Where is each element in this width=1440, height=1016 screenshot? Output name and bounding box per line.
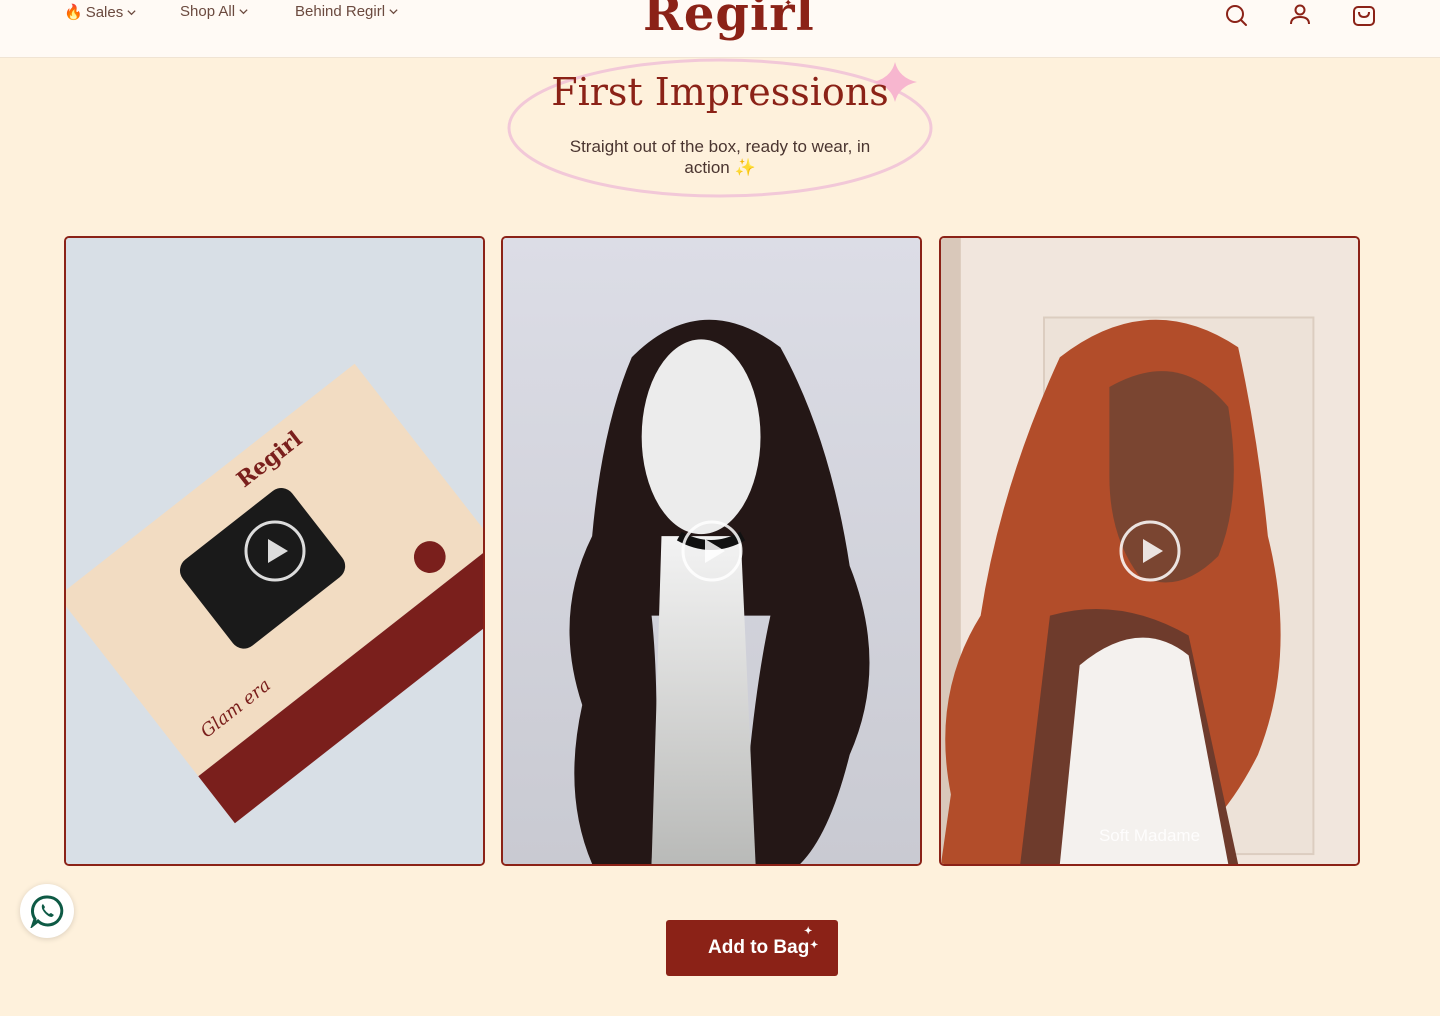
play-icon[interactable] (243, 519, 307, 583)
sparkle-icon: ✦ (810, 940, 819, 951)
play-icon[interactable] (1118, 519, 1182, 583)
bag-icon[interactable] (1351, 2, 1377, 28)
whatsapp-chat-button[interactable] (20, 884, 74, 938)
video-card-mannequin[interactable] (501, 236, 922, 866)
video-card-unboxing[interactable]: Regirl Glam era (64, 236, 485, 866)
play-icon[interactable] (680, 519, 744, 583)
section-title: First Impressions (551, 70, 889, 114)
nav-sales-label: Sales (85, 3, 124, 21)
chevron-down-icon (127, 9, 136, 15)
account-icon[interactable] (1287, 2, 1313, 28)
whatsapp-icon (30, 895, 64, 928)
chevron-down-icon (389, 9, 398, 15)
section-subtitle: Straight out of the box, ready to wear, … (569, 137, 871, 177)
nav-sales[interactable]: 🔥 Sales (64, 3, 137, 21)
search-icon[interactable] (1223, 2, 1249, 28)
site-header: 🔥 Sales Shop All Behind Regirl Regirl ✦ (0, 0, 1440, 58)
fire-icon: 🔥 (64, 4, 83, 21)
add-to-bag-button[interactable]: Add to Bag ✦ ✦ (666, 920, 838, 976)
video-caption: Soft Madame (1098, 826, 1201, 845)
add-to-bag-label: Add to Bag (708, 937, 810, 958)
chevron-down-icon (239, 9, 248, 15)
nav-shop-all-label: Shop All (180, 3, 236, 20)
sparkle-icon: ✦ (804, 926, 813, 937)
nav-behind-regirl[interactable]: Behind Regirl (295, 3, 399, 20)
nav-behind-regirl-label: Behind Regirl (295, 3, 386, 20)
nav-shop-all[interactable]: Shop All (180, 3, 249, 20)
logo-sparkle-icon: ✦ (784, 0, 793, 9)
video-card-soft-madame[interactable]: Soft Madame (939, 236, 1360, 866)
